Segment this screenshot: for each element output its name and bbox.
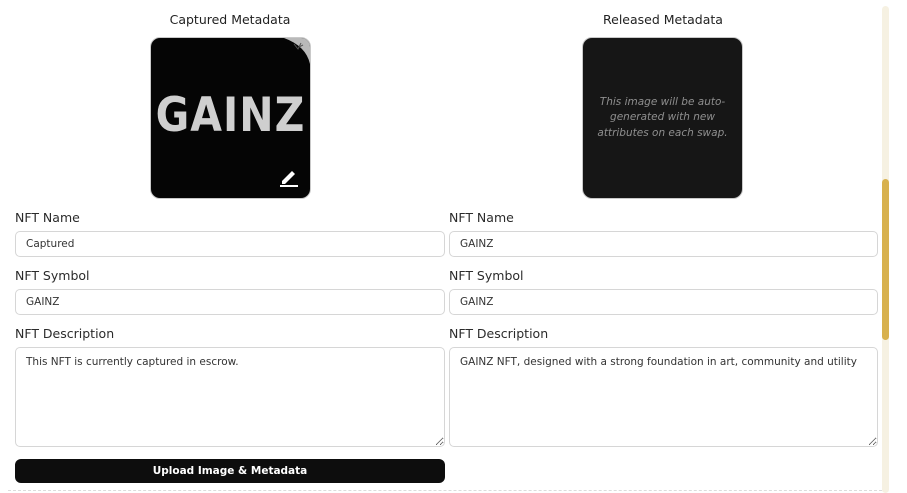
captured-metadata-heading: Captured Metadata — [169, 12, 291, 27]
released-name-input[interactable] — [449, 231, 878, 257]
captured-symbol-label: NFT Symbol — [15, 268, 90, 283]
page-curl-icon — [284, 38, 310, 64]
pencil-icon[interactable] — [278, 166, 300, 188]
released-description-label: NFT Description — [449, 326, 549, 341]
captured-name-label: NFT Name — [15, 210, 80, 225]
captured-description-label: NFT Description — [15, 326, 115, 341]
released-symbol-input[interactable] — [449, 289, 878, 315]
released-description-textarea[interactable]: GAINZ NFT, designed with a strong founda… — [449, 347, 878, 447]
captured-symbol-input[interactable] — [15, 289, 445, 315]
released-metadata-heading: Released Metadata — [603, 12, 723, 27]
released-symbol-label: NFT Symbol — [449, 268, 524, 283]
released-name-label: NFT Name — [449, 210, 514, 225]
captured-description-textarea[interactable]: This NFT is currently captured in escrow… — [15, 347, 445, 447]
auto-generated-note: This image will be auto-generated with n… — [597, 95, 728, 139]
scrollbar-thumb[interactable] — [882, 179, 889, 340]
section-divider — [8, 490, 882, 491]
gainz-logo: GAINZ — [155, 87, 306, 143]
captured-name-input[interactable] — [15, 231, 445, 257]
captured-image-preview[interactable]: GAINZ — [150, 37, 311, 199]
released-image-placeholder: This image will be auto-generated with n… — [582, 37, 743, 199]
upload-image-metadata-button[interactable]: Upload Image & Metadata — [15, 459, 445, 483]
